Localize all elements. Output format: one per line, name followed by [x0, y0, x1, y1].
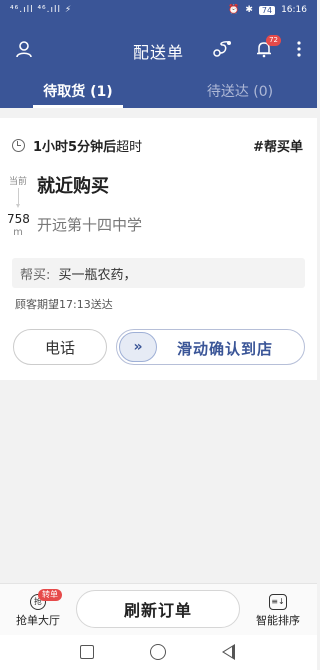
tab-pending-pickup[interactable]: 待取货 (1)	[28, 81, 128, 108]
note-text: 买一瓶农药，	[58, 268, 137, 283]
battery-icon: 74	[258, 5, 276, 15]
order-note: 帮买: 买一瓶农药，	[12, 258, 305, 288]
notification-bell-icon[interactable]: 72	[253, 35, 281, 60]
order-card[interactable]: 1小时5分钟后超时 #帮买单 当前 就近购买 758 m 开远第十四中学 帮买:…	[0, 118, 317, 380]
smart-sort-label: 智能排序	[256, 613, 300, 627]
app-header: 配送单 72	[0, 22, 317, 76]
slide-confirm-label: 滑动确认到店	[177, 340, 274, 358]
signal-icons: ⁴⁶.ıll ⁴⁶.ıll ⚡	[10, 5, 73, 15]
order-tabs: 待取货 (1) 待送达 (0)	[0, 76, 317, 108]
smart-sort-button[interactable]: ≡↓ 智能排序	[249, 589, 307, 631]
more-menu-icon[interactable]	[288, 38, 310, 60]
notification-badge: 72	[266, 35, 281, 46]
slide-confirm-arrival[interactable]: » 滑动确认到店	[116, 329, 305, 365]
expected-delivery-time: 顾客期望17:13送达	[15, 298, 113, 311]
refresh-orders-button[interactable]: 刷新订单	[76, 590, 240, 628]
pickup-location: 就近购买	[37, 176, 109, 197]
grab-order-label: 抢单大厅	[16, 613, 60, 627]
grab-order-hall-button[interactable]: 抢 转单 抢单大厅	[8, 589, 68, 631]
timeout-suffix: 超时	[116, 140, 143, 155]
current-location-label: 当前	[9, 177, 28, 187]
timeout-row: 1小时5分钟后超时	[12, 136, 142, 155]
order-type-tag: #帮买单	[253, 140, 303, 155]
note-label: 帮买:	[20, 268, 51, 283]
status-bar: ⁴⁶.ıll ⁴⁶.ıll ⚡ ⏰ ✱ 74 16:16	[0, 0, 317, 22]
route-icon[interactable]	[212, 38, 234, 60]
distance-unit: m	[13, 227, 23, 238]
sort-icon: ≡↓	[269, 593, 287, 610]
route-arrow-icon	[16, 188, 20, 208]
home-icon[interactable]	[150, 644, 166, 660]
back-icon[interactable]	[222, 644, 235, 660]
bluetooth-icon: ✱	[245, 5, 253, 15]
recent-apps-icon[interactable]	[80, 645, 94, 659]
call-button[interactable]: 电话	[13, 329, 107, 365]
timeout-text: 1小时5分钟后	[33, 140, 117, 155]
bottom-action-bar: 抢 转单 抢单大厅 刷新订单 ≡↓ 智能排序	[0, 583, 317, 635]
slide-handle-chevrons-icon[interactable]: »	[119, 332, 157, 362]
delivery-destination: 开远第十四中学	[37, 216, 143, 234]
tab-pending-delivery[interactable]: 待送达 (0)	[190, 81, 290, 108]
status-time: 16:16	[281, 5, 307, 15]
system-nav-bar	[0, 635, 317, 670]
transfer-badge: 转单	[38, 589, 62, 601]
profile-icon[interactable]	[13, 38, 35, 60]
distance-value: 758	[7, 212, 30, 226]
status-right: ⏰ ✱ 74 16:16	[228, 5, 307, 15]
clock-icon	[12, 139, 25, 152]
alarm-icon: ⏰	[228, 5, 240, 15]
distance: 758 m	[7, 212, 30, 240]
